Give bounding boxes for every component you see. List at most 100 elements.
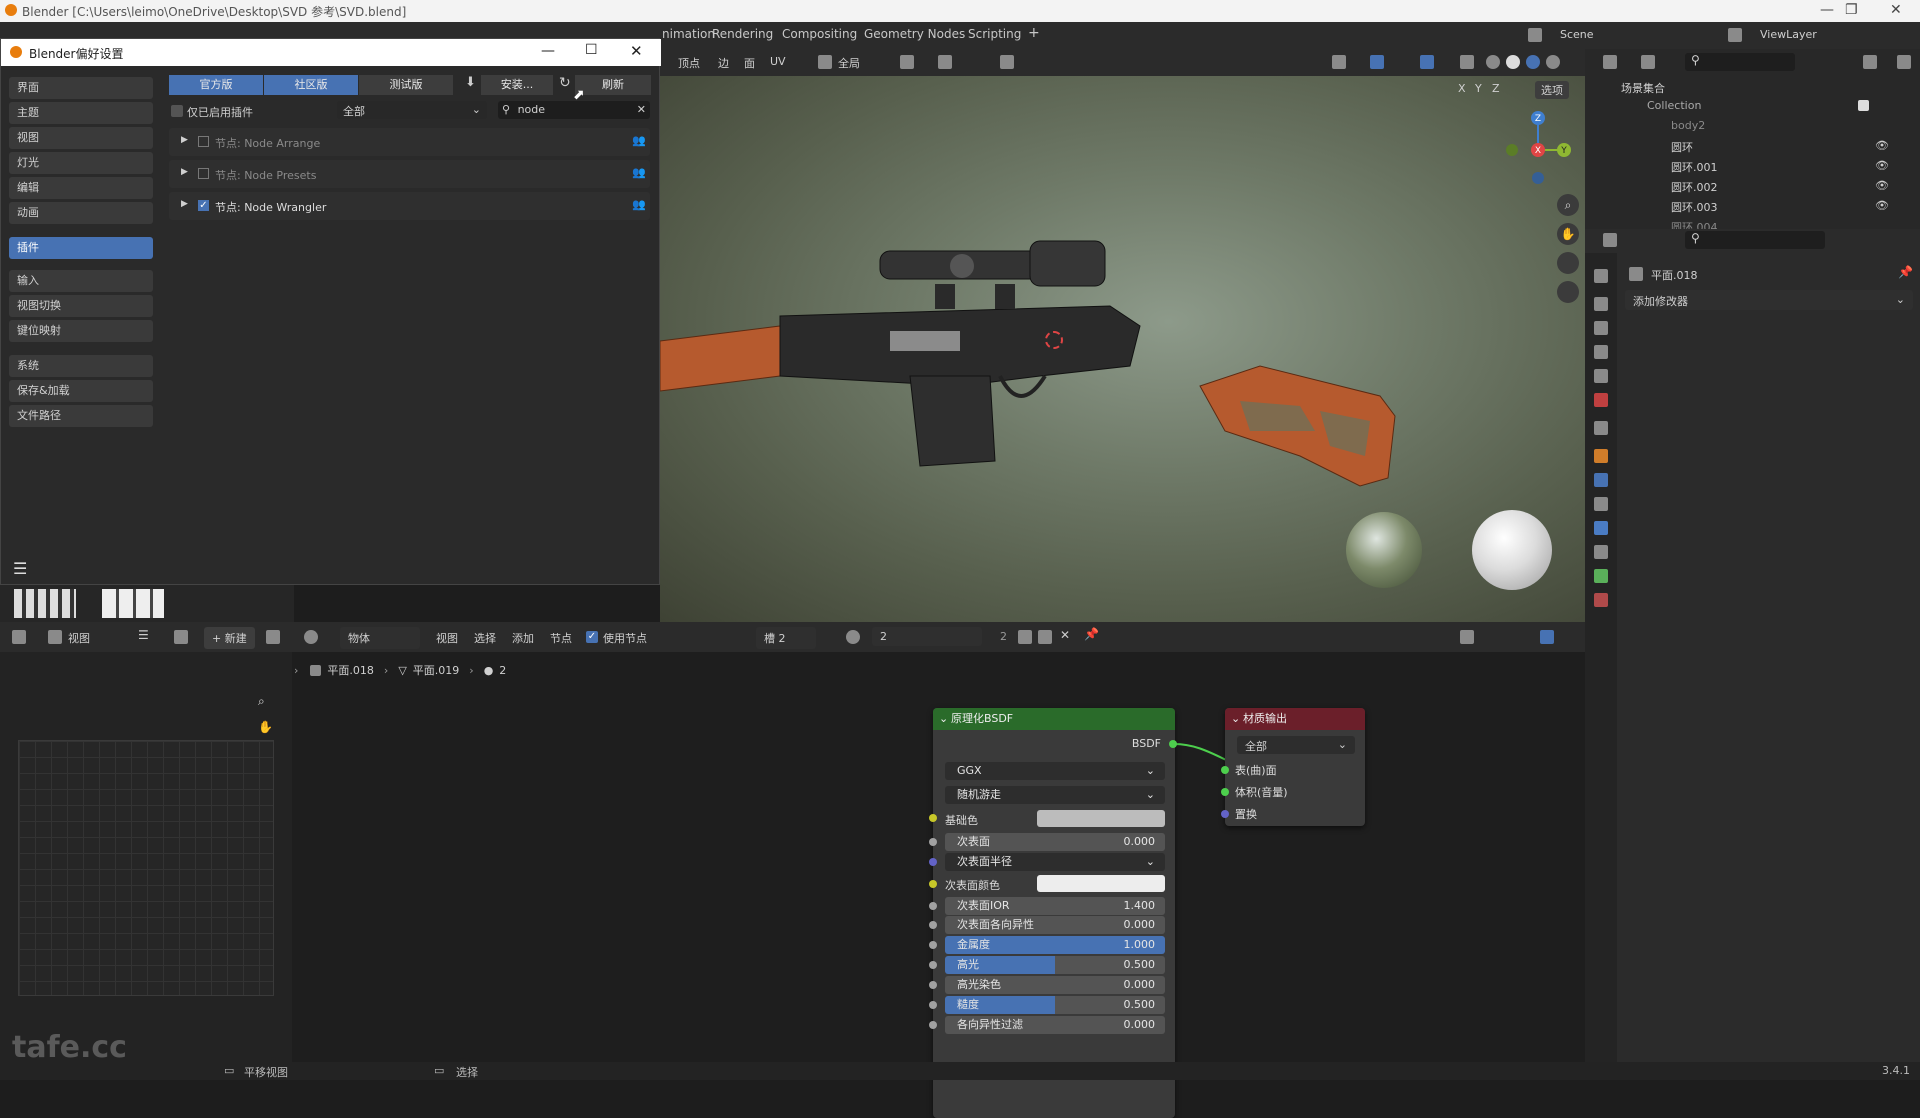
scene-icon[interactable] [1528, 28, 1542, 42]
bsdf-value-slider[interactable]: 金属度 1.000 [945, 936, 1165, 954]
addon-row[interactable]: ▶ 节点: Node Arrange 👥 [169, 128, 650, 156]
uv-grid[interactable] [18, 740, 274, 996]
tab-community[interactable]: 社区版 [264, 75, 358, 95]
transform-orientation-select[interactable]: 全局 [838, 55, 860, 71]
fake-user-icon[interactable] [1018, 630, 1032, 644]
face-menu[interactable]: 面 [744, 55, 755, 71]
thumbnail-image-1[interactable] [14, 589, 76, 618]
filter-icon[interactable] [1863, 55, 1877, 69]
addon-row[interactable]: ▶ ✓ 节点: Node Wrangler 👥 [169, 192, 650, 220]
node-select-menu[interactable]: 选择 [474, 630, 496, 646]
tab-testing[interactable]: 测试版 [359, 75, 453, 95]
output-target-select[interactable]: 全部 ⌄ [1237, 736, 1355, 754]
workspace-tab-animation[interactable]: nimation [662, 27, 715, 41]
collection-tab-icon[interactable] [1594, 421, 1608, 435]
addon-enable-checkbox[interactable]: ✓ [198, 200, 209, 211]
tab-official[interactable]: 官方版 [169, 75, 263, 95]
addon-enable-checkbox[interactable] [198, 168, 209, 179]
axis-y-lock[interactable]: Y [1475, 82, 1482, 95]
category-navigation[interactable]: 视图切换 [9, 295, 153, 317]
material-name-field[interactable]: 2 [872, 627, 982, 646]
3d-viewport[interactable]: X Y Z 选项 Z Y X ⌕ ✋ [660, 76, 1585, 622]
overlay-toggle-icon[interactable] [1420, 55, 1434, 69]
refresh-button[interactable]: 刷新 [575, 75, 651, 95]
base-color-socket[interactable] [929, 814, 937, 822]
category-system[interactable]: 系统 [9, 355, 153, 377]
category-lights[interactable]: 灯光 [9, 152, 153, 174]
xray-icon[interactable] [1460, 55, 1474, 69]
bsdf-value-slider[interactable]: 次表面IOR 1.400 [945, 897, 1165, 915]
outliner-item[interactable]: body2 [1671, 119, 1705, 132]
expand-arrow-icon[interactable]: ▶ [181, 199, 188, 209]
node-add-menu[interactable]: 添加 [512, 630, 534, 646]
shader-editor-icon[interactable] [304, 630, 318, 644]
open-folder-icon[interactable] [266, 630, 280, 644]
pin-icon[interactable]: 📌 [1084, 627, 1099, 641]
scene-collection-label[interactable]: 场景集合 [1621, 80, 1665, 96]
surface-input-socket[interactable] [1221, 766, 1229, 774]
ortho-toggle-icon[interactable] [1557, 281, 1579, 303]
eye-icon[interactable]: 👁 [1875, 199, 1889, 212]
bsdf-value-slider[interactable]: 次表面各向异性 0.000 [945, 916, 1165, 934]
pin-icon[interactable]: 📌 [1898, 265, 1913, 279]
node-node-menu[interactable]: 节点 [550, 630, 572, 646]
bsdf-output-socket[interactable] [1169, 740, 1177, 748]
physics-tab-icon[interactable] [1594, 521, 1608, 535]
subsurface-radius-select[interactable]: 次表面半径 ⌄ [945, 853, 1165, 871]
axis-x-lock[interactable]: X [1458, 82, 1466, 95]
thumbnail-image-2[interactable] [102, 589, 164, 618]
pan-hand-icon[interactable]: ✋ [1557, 223, 1579, 245]
subsurface-color-swatch[interactable] [1037, 875, 1165, 892]
gizmo-toggle-icon[interactable] [1370, 55, 1384, 69]
transform-orientation-icon[interactable] [818, 55, 832, 69]
material-output-header[interactable]: ⌄ 材质输出 [1225, 708, 1365, 730]
particles-tab-icon[interactable] [1594, 497, 1608, 511]
proportional-edit-icon[interactable] [1000, 55, 1014, 69]
collection-checkbox[interactable] [1858, 100, 1869, 111]
category-addons[interactable]: 插件 [9, 237, 153, 259]
category-file-paths[interactable]: 文件路径 [9, 405, 153, 427]
input-socket[interactable] [929, 902, 937, 910]
input-socket[interactable] [929, 1001, 937, 1009]
pivot-icon[interactable] [900, 55, 914, 69]
principled-bsdf-header[interactable]: ⌄ 原理化BSDF [933, 708, 1175, 730]
vertex-menu[interactable]: 顶点 [678, 55, 700, 71]
category-viewport[interactable]: 视图 [9, 127, 153, 149]
edge-menu[interactable]: 边 [718, 55, 729, 71]
bsdf-value-slider[interactable]: 高光染色 0.000 [945, 976, 1165, 994]
world-tab-icon[interactable] [1594, 393, 1608, 407]
category-input[interactable]: 输入 [9, 270, 153, 292]
visibility-icon[interactable] [1332, 55, 1346, 69]
zoom-icon[interactable]: ⌕ [258, 694, 265, 709]
rendered-shading-icon[interactable] [1546, 55, 1560, 69]
input-socket[interactable] [929, 941, 937, 949]
solid-shading-icon[interactable] [1506, 55, 1520, 69]
subsurface-radius-socket[interactable] [929, 858, 937, 866]
pan-hand-icon[interactable]: ✋ [258, 720, 273, 734]
material-output-node[interactable]: ⌄ 材质输出 全部 ⌄ 表(曲)面 体积(音量) 置换 [1221, 708, 1365, 826]
viewlayer-selector[interactable]: ViewLayer [1760, 28, 1817, 41]
new-collection-icon[interactable] [1897, 55, 1911, 69]
uv-menu[interactable]: UV [770, 55, 786, 68]
eye-icon[interactable]: 👁 [1875, 139, 1889, 152]
collapse-chevron-icon[interactable]: ⌄ [939, 708, 948, 730]
data-tab-icon[interactable] [1594, 569, 1608, 583]
image-browse-icon[interactable] [174, 630, 188, 644]
input-socket[interactable] [929, 838, 937, 846]
constraints-tab-icon[interactable] [1594, 545, 1608, 559]
expand-arrow-icon[interactable]: ▶ [181, 135, 188, 145]
addon-row[interactable]: ▶ 节点: Node Presets 👥 [169, 160, 650, 188]
eye-icon[interactable]: 👁 [1875, 179, 1889, 192]
hamburger-icon[interactable]: ☰ [138, 628, 149, 642]
add-modifier-button[interactable]: 添加修改器 ⌄ [1625, 290, 1913, 310]
output-tab-icon[interactable] [1594, 321, 1608, 335]
distribution-select[interactable]: GGX ⌄ [945, 762, 1165, 780]
outliner-editor-icon[interactable] [1603, 55, 1617, 69]
expand-arrow-icon[interactable]: ▶ [181, 167, 188, 177]
volume-input-socket[interactable] [1221, 788, 1229, 796]
bsdf-value-slider[interactable]: 高光 0.500 [945, 956, 1165, 974]
subsurface-method-select[interactable]: 随机游走 ⌄ [945, 786, 1165, 804]
object-tab-icon[interactable] [1594, 449, 1608, 463]
zoom-icon[interactable]: ⌕ [1557, 194, 1579, 216]
download-icon[interactable]: ⬇ [465, 75, 476, 90]
